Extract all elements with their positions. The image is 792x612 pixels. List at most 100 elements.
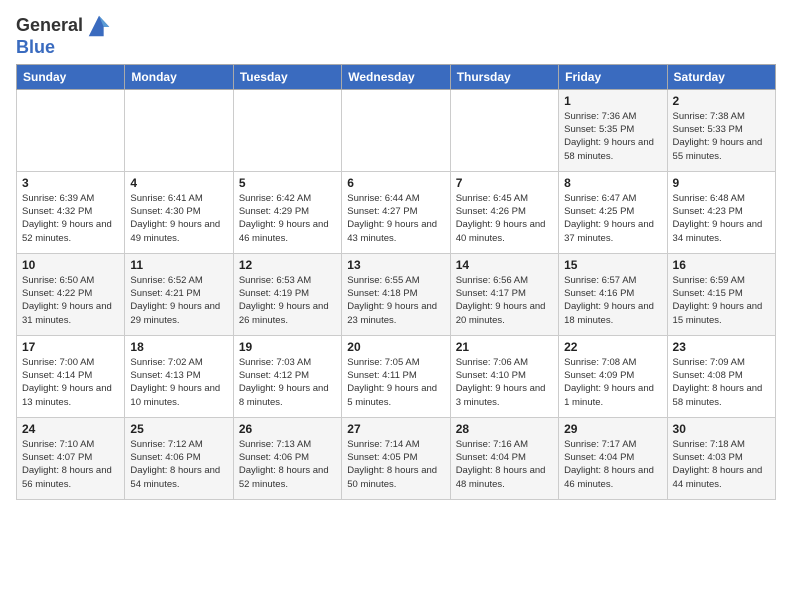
day-number: 28 [456,422,553,436]
day-number: 3 [22,176,119,190]
week-row-2: 3 Sunrise: 6:39 AMSunset: 4:32 PMDaylight… [17,171,776,253]
calendar-cell: 24Sunrise: 7:10 AMSunset: 4:07 PMDayligh… [17,417,125,499]
day-info: Sunrise: 6:41 AMSunset: 4:30 PMDaylight:… [130,192,227,245]
day-number: 25 [130,422,227,436]
calendar-cell: 28 Sunrise: 7:16 AMSunset: 4:04 PMDayligh… [450,417,558,499]
calendar-cell: 1 Sunrise: 7:36 AMSunset: 5:35 PMDaylight… [559,89,667,171]
calendar-cell: 26 Sunrise: 7:13 AMSunset: 4:06 PMDayligh… [233,417,341,499]
day-info: Sunrise: 6:45 AMSunset: 4:26 PMDaylight:… [456,192,553,245]
day-header-wednesday: Wednesday [342,64,450,89]
calendar-cell: 22 Sunrise: 7:08 AMSunset: 4:09 PMDayligh… [559,335,667,417]
day-info: Sunrise: 6:55 AMSunset: 4:18 PMDaylight:… [347,274,444,327]
day-info: Sunrise: 6:52 AMSunset: 4:21 PMDaylight:… [130,274,227,327]
calendar-cell: 10 Sunrise: 6:50 AMSunset: 4:22 PMDayligh… [17,253,125,335]
calendar-cell: 21Sunrise: 7:06 AMSunset: 4:10 PMDayligh… [450,335,558,417]
day-number: 13 [347,258,444,272]
calendar-cell: 11Sunrise: 6:52 AMSunset: 4:21 PMDayligh… [125,253,233,335]
calendar-cell: 12 Sunrise: 6:53 AMSunset: 4:19 PMDayligh… [233,253,341,335]
calendar-cell [125,89,233,171]
day-number: 24 [22,422,119,436]
day-number: 4 [130,176,227,190]
page: General Blue SundayMondayTuesdayWednesda… [0,0,792,508]
calendar-cell [450,89,558,171]
logo-text-blue: Blue [16,38,55,58]
calendar-cell: 15 Sunrise: 6:57 AMSunset: 4:16 PMDayligh… [559,253,667,335]
calendar-cell [233,89,341,171]
day-info: Sunrise: 7:16 AMSunset: 4:04 PMDaylight:… [456,438,553,491]
calendar-cell: 7 Sunrise: 6:45 AMSunset: 4:26 PMDaylight… [450,171,558,253]
day-number: 9 [673,176,770,190]
calendar-cell: 20 Sunrise: 7:05 AMSunset: 4:11 PMDayligh… [342,335,450,417]
day-info: Sunrise: 6:48 AMSunset: 4:23 PMDaylight:… [673,192,770,245]
logo-text: General [16,16,83,36]
day-info: Sunrise: 7:36 AMSunset: 5:35 PMDaylight:… [564,110,661,163]
day-info: Sunrise: 6:42 AMSunset: 4:29 PMDaylight:… [239,192,336,245]
day-info: Sunrise: 7:08 AMSunset: 4:09 PMDaylight:… [564,356,661,409]
calendar-cell: 25 Sunrise: 7:12 AMSunset: 4:06 PMDayligh… [125,417,233,499]
day-number: 30 [673,422,770,436]
day-info: Sunrise: 7:05 AMSunset: 4:11 PMDaylight:… [347,356,444,409]
day-number: 20 [347,340,444,354]
day-info: Sunrise: 7:09 AMSunset: 4:08 PMDaylight:… [673,356,770,409]
header-row: SundayMondayTuesdayWednesdayThursdayFrid… [17,64,776,89]
day-header-monday: Monday [125,64,233,89]
day-number: 18 [130,340,227,354]
day-info: Sunrise: 6:56 AMSunset: 4:17 PMDaylight:… [456,274,553,327]
day-number: 26 [239,422,336,436]
calendar-cell: 3 Sunrise: 6:39 AMSunset: 4:32 PMDaylight… [17,171,125,253]
calendar-cell: 14 Sunrise: 6:56 AMSunset: 4:17 PMDayligh… [450,253,558,335]
day-info: Sunrise: 7:02 AMSunset: 4:13 PMDaylight:… [130,356,227,409]
calendar-cell: 19 Sunrise: 7:03 AMSunset: 4:12 PMDayligh… [233,335,341,417]
day-number: 1 [564,94,661,108]
day-header-friday: Friday [559,64,667,89]
day-info: Sunrise: 7:12 AMSunset: 4:06 PMDaylight:… [130,438,227,491]
day-number: 2 [673,94,770,108]
week-row-4: 17 Sunrise: 7:00 AMSunset: 4:14 PMDayligh… [17,335,776,417]
day-number: 19 [239,340,336,354]
day-header-sunday: Sunday [17,64,125,89]
day-number: 17 [22,340,119,354]
day-info: Sunrise: 7:17 AMSunset: 4:04 PMDaylight:… [564,438,661,491]
logo-icon [85,12,113,40]
day-number: 15 [564,258,661,272]
day-info: Sunrise: 7:18 AMSunset: 4:03 PMDaylight:… [673,438,770,491]
day-number: 10 [22,258,119,272]
calendar-cell: 18 Sunrise: 7:02 AMSunset: 4:13 PMDayligh… [125,335,233,417]
calendar-cell: 29 Sunrise: 7:17 AMSunset: 4:04 PMDayligh… [559,417,667,499]
calendar-cell: 4 Sunrise: 6:41 AMSunset: 4:30 PMDaylight… [125,171,233,253]
day-info: Sunrise: 7:03 AMSunset: 4:12 PMDaylight:… [239,356,336,409]
day-number: 29 [564,422,661,436]
calendar-cell: 17 Sunrise: 7:00 AMSunset: 4:14 PMDayligh… [17,335,125,417]
day-info: Sunrise: 7:14 AMSunset: 4:05 PMDaylight:… [347,438,444,491]
day-number: 22 [564,340,661,354]
day-number: 8 [564,176,661,190]
day-number: 21 [456,340,553,354]
day-number: 7 [456,176,553,190]
logo: General Blue [16,12,113,58]
day-header-tuesday: Tuesday [233,64,341,89]
day-header-thursday: Thursday [450,64,558,89]
calendar-cell [17,89,125,171]
day-info: Sunrise: 6:47 AMSunset: 4:25 PMDaylight:… [564,192,661,245]
day-info: Sunrise: 7:13 AMSunset: 4:06 PMDaylight:… [239,438,336,491]
day-number: 14 [456,258,553,272]
day-info: Sunrise: 6:53 AMSunset: 4:19 PMDaylight:… [239,274,336,327]
day-number: 27 [347,422,444,436]
week-row-1: 1 Sunrise: 7:36 AMSunset: 5:35 PMDaylight… [17,89,776,171]
day-number: 12 [239,258,336,272]
week-row-3: 10 Sunrise: 6:50 AMSunset: 4:22 PMDayligh… [17,253,776,335]
day-info: Sunrise: 6:50 AMSunset: 4:22 PMDaylight:… [22,274,119,327]
day-info: Sunrise: 7:38 AMSunset: 5:33 PMDaylight:… [673,110,770,163]
calendar-cell: 30 Sunrise: 7:18 AMSunset: 4:03 PMDayligh… [667,417,775,499]
day-number: 23 [673,340,770,354]
calendar-cell: 2 Sunrise: 7:38 AMSunset: 5:33 PMDaylight… [667,89,775,171]
day-info: Sunrise: 7:00 AMSunset: 4:14 PMDaylight:… [22,356,119,409]
day-info: Sunrise: 6:57 AMSunset: 4:16 PMDaylight:… [564,274,661,327]
day-number: 6 [347,176,444,190]
header: General Blue [16,12,776,58]
day-info: Sunrise: 6:59 AMSunset: 4:15 PMDaylight:… [673,274,770,327]
calendar-cell: 9 Sunrise: 6:48 AMSunset: 4:23 PMDaylight… [667,171,775,253]
day-info: Sunrise: 6:39 AMSunset: 4:32 PMDaylight:… [22,192,119,245]
calendar-cell: 8 Sunrise: 6:47 AMSunset: 4:25 PMDaylight… [559,171,667,253]
calendar-cell: 13 Sunrise: 6:55 AMSunset: 4:18 PMDayligh… [342,253,450,335]
